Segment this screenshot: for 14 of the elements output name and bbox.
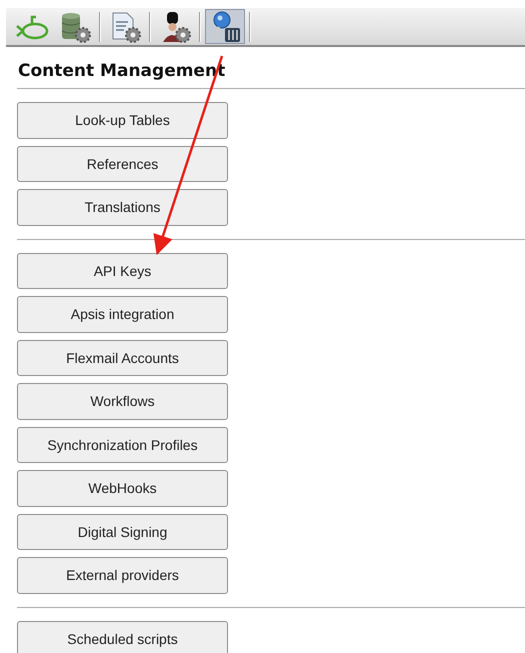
menu-button[interactable]: External providers xyxy=(17,557,228,594)
menu-button[interactable]: Translations xyxy=(17,189,228,226)
menu-button[interactable]: WebHooks xyxy=(17,470,228,506)
key-sliders-icon xyxy=(208,10,242,44)
menu-button[interactable]: Flexmail Accounts xyxy=(17,340,228,376)
menu-button[interactable]: Workflows xyxy=(17,383,228,420)
menu-button[interactable]: Look-up Tables xyxy=(17,102,228,138)
menu-button[interactable]: Apsis integration xyxy=(17,296,228,332)
menu-button[interactable]: Synchronization Profiles xyxy=(17,426,228,463)
key-tool[interactable] xyxy=(205,9,245,44)
menu-button[interactable]: API Keys xyxy=(17,252,228,289)
menu-button[interactable]: References xyxy=(17,146,228,182)
menu-button[interactable]: Digital Signing xyxy=(17,514,228,550)
menu-button[interactable]: Scheduled scripts xyxy=(17,620,228,653)
